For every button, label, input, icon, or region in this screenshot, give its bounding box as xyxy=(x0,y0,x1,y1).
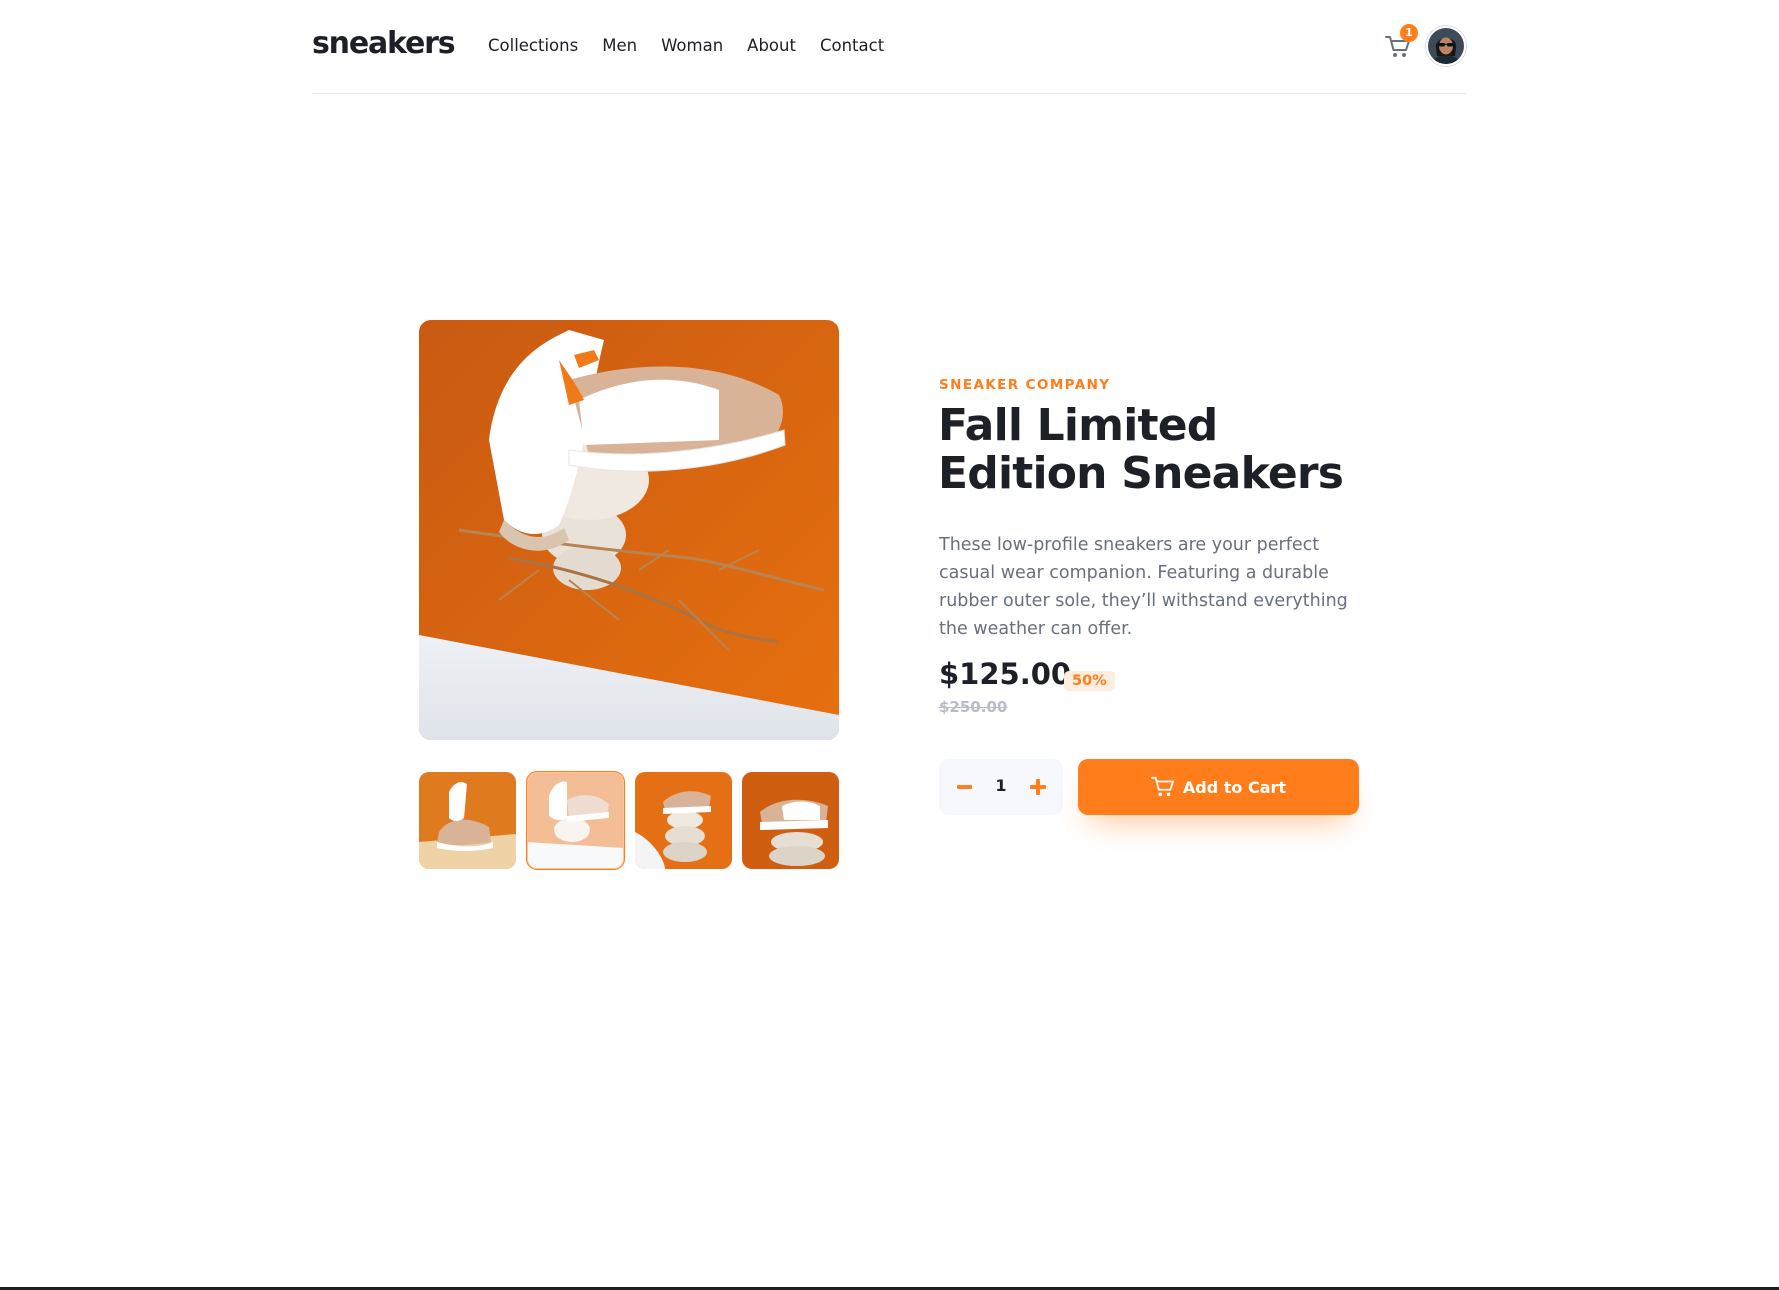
increase-quantity-button[interactable] xyxy=(1023,772,1053,802)
nav-link-contact[interactable]: Contact xyxy=(820,36,884,55)
quantity-stepper: 1 xyxy=(939,759,1063,815)
main-nav: Collections Men Woman About Contact xyxy=(488,36,884,55)
thumbnail-image xyxy=(527,772,624,869)
minus-icon xyxy=(957,785,972,789)
avatar[interactable] xyxy=(1426,26,1466,66)
product-title: Fall Limited Edition Sneakers xyxy=(938,400,1344,499)
nav-link-woman[interactable]: Woman xyxy=(661,36,723,55)
nav-link-collections[interactable]: Collections xyxy=(488,36,578,55)
current-price: $125.00 xyxy=(939,657,1072,691)
cart-button[interactable]: 1 xyxy=(1383,24,1418,63)
thumbnail-2[interactable] xyxy=(526,771,625,870)
original-price: $250.00 xyxy=(939,698,1008,716)
thumbnail-image xyxy=(742,772,839,869)
user-avatar-icon xyxy=(1428,28,1464,64)
logo[interactable]: sneakers xyxy=(312,26,456,61)
add-to-cart-label: Add to Cart xyxy=(1182,777,1287,797)
decrease-quantity-button[interactable] xyxy=(949,772,979,802)
discount-badge: 50% xyxy=(1064,671,1115,691)
cart-count-badge: 1 xyxy=(1400,24,1418,42)
thumbnail-list xyxy=(419,771,839,870)
thumbnail-image xyxy=(635,772,732,869)
nav-link-about[interactable]: About xyxy=(747,36,796,55)
product-page: sneakers Collections Men Woman About Con… xyxy=(0,0,1779,1290)
cart-icon xyxy=(1151,776,1174,797)
plus-icon xyxy=(1030,779,1046,795)
product-description: These low-profile sneakers are your perf… xyxy=(939,535,1348,639)
quantity-value: 1 xyxy=(995,776,1007,795)
thumbnail-3[interactable] xyxy=(635,772,732,869)
thumbnail-4[interactable] xyxy=(742,772,839,869)
site-header: sneakers Collections Men Woman About Con… xyxy=(312,0,1466,94)
add-to-cart-button[interactable]: Add to Cart xyxy=(1078,759,1359,815)
company-name: SNEAKER COMPANY xyxy=(939,377,1111,393)
thumbnail-1[interactable] xyxy=(419,772,516,869)
nav-link-men[interactable]: Men xyxy=(602,36,637,55)
main-product-image[interactable] xyxy=(419,320,839,740)
thumbnail-image xyxy=(419,772,516,869)
product-photo xyxy=(419,320,839,740)
